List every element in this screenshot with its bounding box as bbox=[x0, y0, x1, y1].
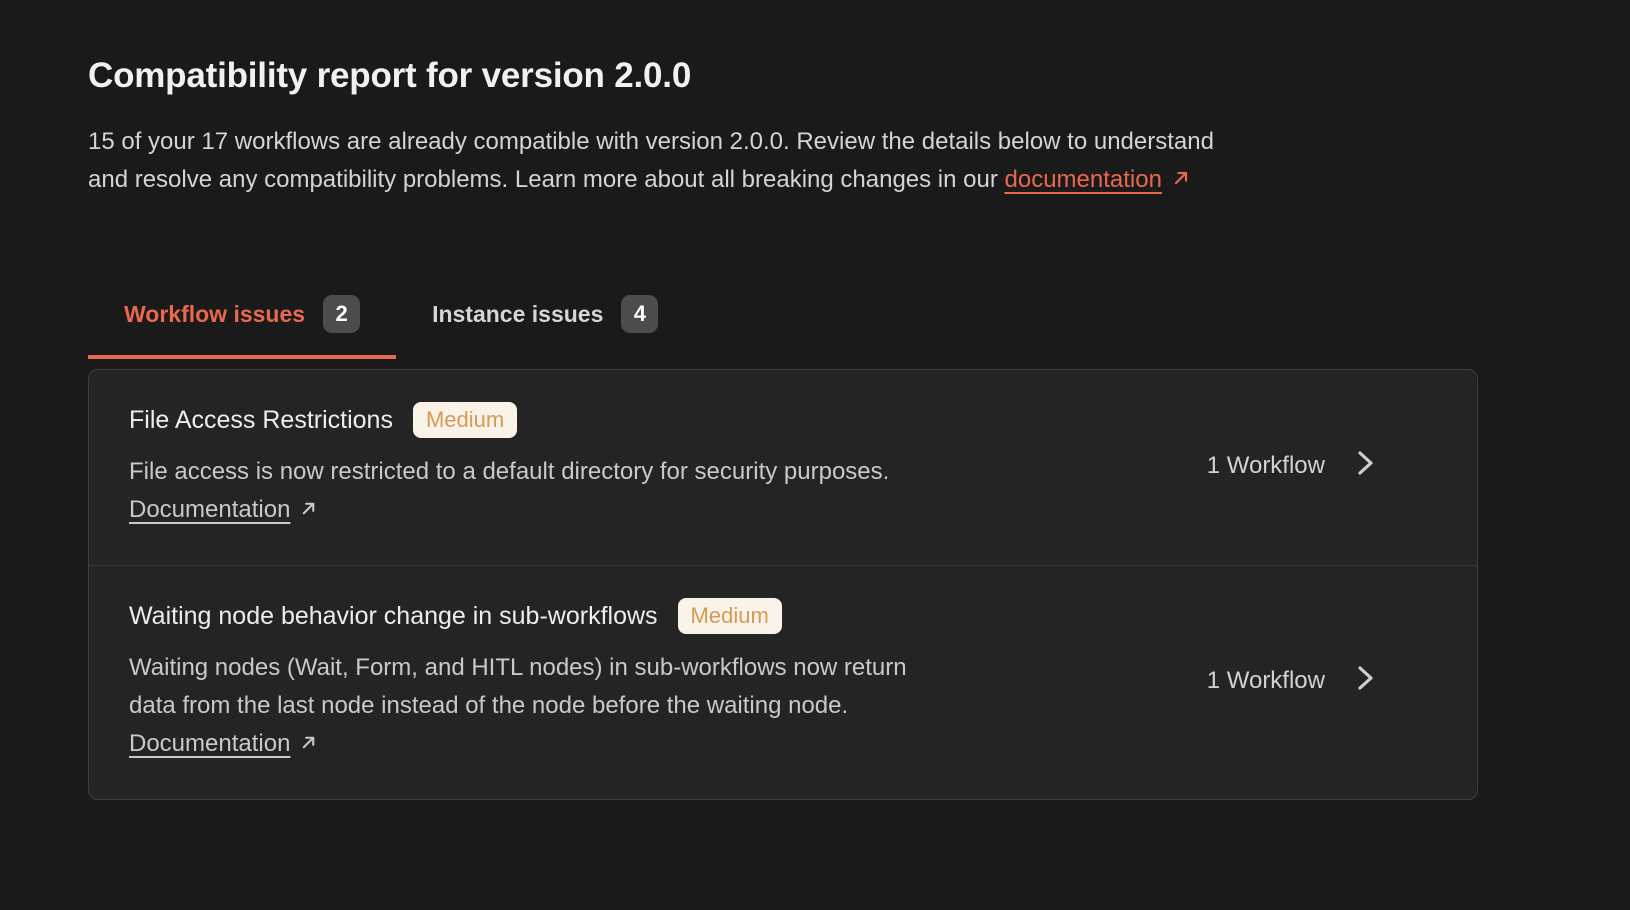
issue-documentation-link[interactable]: Documentation bbox=[129, 725, 318, 763]
page-title: Compatibility report for version 2.0.0 bbox=[88, 56, 1630, 96]
tab-workflow-issues-count-badge: 2 bbox=[323, 295, 360, 333]
chevron-right-icon[interactable] bbox=[1353, 449, 1377, 482]
workflow-count-label: 1 Workflow bbox=[1207, 667, 1325, 695]
tab-instance-issues-count-badge: 4 bbox=[621, 295, 658, 333]
issue-description: File access is now restricted to a defau… bbox=[129, 453, 1167, 491]
issues-tab-bar: Workflow issues 2 Instance issues 4 bbox=[88, 289, 1630, 359]
page-description-line-1: 15 of your 17 workflows are already comp… bbox=[88, 123, 1630, 161]
issue-documentation-link[interactable]: Documentation bbox=[129, 491, 318, 529]
page-description: 15 of your 17 workflows are already comp… bbox=[88, 123, 1630, 199]
external-link-icon bbox=[299, 726, 318, 764]
issue-content: Waiting node behavior change in sub-work… bbox=[129, 598, 1167, 763]
tab-instance-issues[interactable]: Instance issues 4 bbox=[396, 289, 694, 359]
tab-instance-issues-label: Instance issues bbox=[432, 301, 603, 328]
tab-workflow-issues-label: Workflow issues bbox=[124, 301, 305, 328]
workflow-count-label: 1 Workflow bbox=[1207, 452, 1325, 480]
page-description-line-2: and resolve any compatibility problems. … bbox=[88, 161, 1630, 199]
external-link-icon bbox=[1171, 162, 1191, 200]
issue-title: Waiting node behavior change in sub-work… bbox=[129, 602, 658, 631]
issue-row-file-access-restrictions[interactable]: File Access Restrictions Medium File acc… bbox=[89, 370, 1477, 565]
severity-badge: Medium bbox=[413, 402, 517, 438]
issue-row-waiting-node-behavior[interactable]: Waiting node behavior change in sub-work… bbox=[89, 565, 1477, 799]
tab-workflow-issues[interactable]: Workflow issues 2 bbox=[88, 289, 396, 359]
workflow-count-button[interactable]: 1 Workflow bbox=[1207, 449, 1377, 482]
chevron-right-icon[interactable] bbox=[1353, 664, 1377, 697]
external-link-icon bbox=[299, 492, 318, 530]
severity-badge: Medium bbox=[678, 598, 782, 634]
workflow-issues-panel: File Access Restrictions Medium File acc… bbox=[88, 369, 1478, 800]
workflow-count-button[interactable]: 1 Workflow bbox=[1207, 664, 1377, 697]
issue-description: Waiting nodes (Wait, Form, and HITL node… bbox=[129, 649, 1167, 725]
compatibility-report-page: Compatibility report for version 2.0.0 1… bbox=[0, 0, 1630, 800]
documentation-link[interactable]: documentation bbox=[1005, 161, 1191, 199]
issue-title: File Access Restrictions bbox=[129, 406, 393, 435]
issue-content: File Access Restrictions Medium File acc… bbox=[129, 402, 1167, 529]
